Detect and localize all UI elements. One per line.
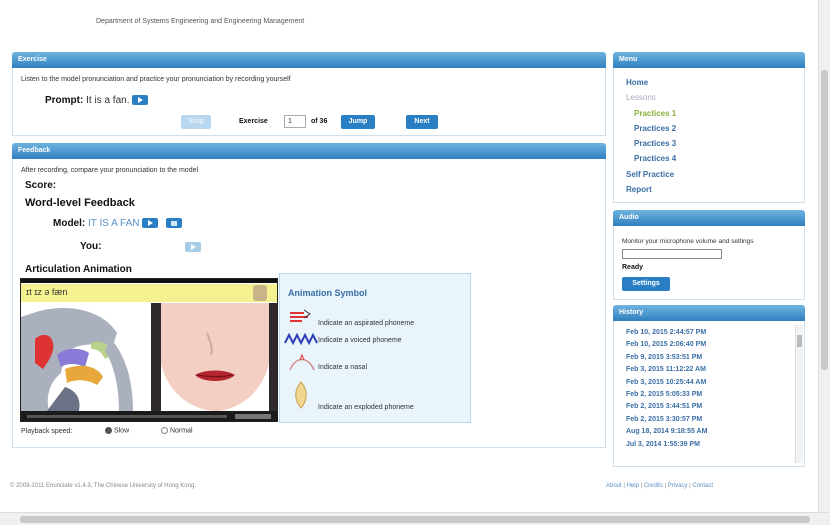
menu-item-lessons: Lessons: [626, 93, 656, 102]
record-model-button[interactable]: [166, 218, 183, 229]
page-scroll-thumb[interactable]: [821, 70, 828, 370]
nasal-text: Indicate a nasal: [318, 364, 368, 371]
nasal-icon: [289, 353, 315, 371]
horizontal-scroll-thumb[interactable]: [20, 516, 810, 523]
history-item[interactable]: Aug 18, 2014 9:18:55 AM: [626, 426, 794, 438]
playback-label: Playback speed:: [21, 428, 73, 435]
history-panel-header: History: [613, 305, 805, 321]
score-label: Score:: [25, 180, 57, 191]
exercise-panel: Listen to the model pronunciation and pr…: [12, 68, 606, 136]
aspirated-text: Indicate an aspirated phoneme: [318, 320, 415, 327]
play-prompt-button[interactable]: [132, 95, 149, 106]
aspirated-icon: [290, 309, 311, 322]
history-item[interactable]: Feb 2, 2015 5:05:33 PM: [626, 389, 794, 401]
you-label: You:: [80, 241, 102, 252]
history-item[interactable]: Feb 3, 2015 11:12:22 AM: [626, 364, 794, 376]
audio-status: Ready: [622, 264, 644, 271]
footer-links: About | Help | Credits | Privacy | Conta…: [606, 483, 714, 489]
settings-button[interactable]: Settings: [622, 277, 670, 291]
exercise-label: Exercise: [239, 118, 268, 125]
speed-slow-label: Slow: [113, 427, 130, 435]
menu-panel-header: Menu: [613, 52, 805, 68]
history-panel: Feb 10, 2015 2:44:57 PM Feb 10, 2015 2:0…: [613, 321, 805, 467]
menu-item-practices-4[interactable]: Practices 4: [634, 154, 676, 163]
horizontal-scrollbar[interactable]: [0, 512, 830, 525]
play-you-button[interactable]: [185, 242, 201, 252]
animation-symbol-title: Animation Symbol: [288, 288, 368, 298]
speed-option-slow[interactable]: Slow: [105, 427, 129, 434]
history-scrollbar[interactable]: [795, 325, 803, 463]
feedback-panel-header: Feedback: [12, 143, 606, 159]
menu-item-practices-3[interactable]: Practices 3: [634, 139, 676, 148]
page-scrollbar[interactable]: [818, 0, 830, 512]
microphone-level-meter: [622, 249, 722, 259]
next-button[interactable]: Next: [406, 115, 438, 129]
history-item[interactable]: Feb 2, 2015 3:30:57 PM: [626, 414, 794, 426]
volume-bar[interactable]: [235, 414, 271, 419]
animation-symbol-panel: Animation Symbol Indicate an aspirated p…: [279, 273, 471, 423]
menu-item-report[interactable]: Report: [626, 185, 652, 194]
menu-item-home[interactable]: Home: [626, 78, 648, 87]
history-list[interactable]: Feb 10, 2015 2:44:57 PM Feb 10, 2015 2:0…: [626, 327, 794, 465]
audio-description: Monitor your microphone volume and setti…: [622, 238, 754, 245]
jump-button[interactable]: Jump: [341, 115, 375, 129]
articulation-title: Articulation Animation: [25, 264, 132, 275]
audio-panel-header: Audio: [613, 210, 805, 226]
exploded-icon: [295, 381, 307, 409]
history-item[interactable]: Feb 2, 2015 3:44:51 PM: [626, 401, 794, 413]
footer-link-privacy[interactable]: Privacy: [668, 483, 688, 489]
exercise-instructions: Listen to the model pronunciation and pr…: [21, 76, 291, 83]
history-title: History: [619, 309, 644, 316]
articulation-video[interactable]: ɪt ɪz ə fæn: [20, 278, 278, 422]
phonetic-transcript: ɪt ɪz ə fæn: [21, 284, 277, 302]
history-scroll-thumb[interactable]: [797, 335, 802, 347]
exercise-total: of 36: [311, 118, 328, 125]
footer-link-about[interactable]: About: [606, 483, 622, 489]
radio-slow[interactable]: [105, 427, 112, 434]
vocal-tract-diagram: [21, 303, 151, 411]
speed-normal-label: Normal: [169, 427, 193, 435]
audio-title: Audio: [619, 214, 639, 221]
history-item[interactable]: Feb 9, 2015 3:53:51 PM: [626, 352, 794, 364]
stop-button[interactable]: Stop: [181, 115, 211, 129]
model-label: Model:: [53, 218, 86, 229]
face-animation: [151, 303, 277, 411]
footer-link-help[interactable]: Help: [627, 483, 639, 489]
feedback-title: Feedback: [18, 147, 51, 154]
menu-item-self-practice[interactable]: Self Practice: [626, 170, 674, 179]
footer-link-credits[interactable]: Credits: [644, 483, 663, 489]
audio-panel: Monitor your microphone volume and setti…: [613, 226, 805, 300]
history-item[interactable]: Jul 3, 2014 1:55:39 PM: [626, 439, 794, 451]
video-progress[interactable]: [27, 415, 227, 418]
exercise-number-input[interactable]: 1: [284, 115, 306, 128]
menu-item-practices-2[interactable]: Practices 2: [634, 124, 676, 133]
word-level-title: Word-level Feedback: [25, 197, 135, 209]
voiced-text: Indicate a voiced phoneme: [318, 337, 402, 344]
history-item[interactable]: Feb 10, 2015 2:44:57 PM: [626, 327, 794, 339]
play-model-button[interactable]: [142, 218, 159, 229]
department-title: Department of Systems Engineering and En…: [96, 18, 305, 25]
speaker-thumbnail: [253, 285, 267, 301]
video-controls[interactable]: [21, 411, 277, 421]
feedback-instructions: After recording, compare your pronunciat…: [21, 167, 199, 174]
prompt-label: Prompt:: [45, 95, 84, 106]
exploded-text: Indicate an exploded phoneme: [318, 404, 414, 411]
voiced-icon: [284, 332, 318, 346]
exercise-title: Exercise: [18, 56, 47, 63]
radio-normal[interactable]: [161, 427, 168, 434]
exercise-panel-header: Exercise: [12, 52, 606, 68]
history-item[interactable]: Feb 3, 2015 10:25:44 AM: [626, 377, 794, 389]
footer-link-contact[interactable]: Contact: [692, 483, 713, 489]
feedback-panel: After recording, compare your pronunciat…: [12, 159, 606, 448]
model-text: IT IS A FAN: [88, 218, 140, 229]
menu-panel: Home Lessons Practices 1 Practices 2 Pra…: [613, 68, 805, 203]
history-item[interactable]: Feb 10, 2015 2:06:40 PM: [626, 339, 794, 351]
menu-title: Menu: [619, 56, 638, 63]
footer-copyright: © 2009-2011 Enunciate v1.4.3, The Chines…: [10, 483, 196, 489]
menu-item-practices-1[interactable]: Practices 1: [634, 109, 676, 118]
speed-option-normal[interactable]: Normal: [161, 427, 193, 434]
prompt-text: It is a fan.: [86, 95, 130, 106]
